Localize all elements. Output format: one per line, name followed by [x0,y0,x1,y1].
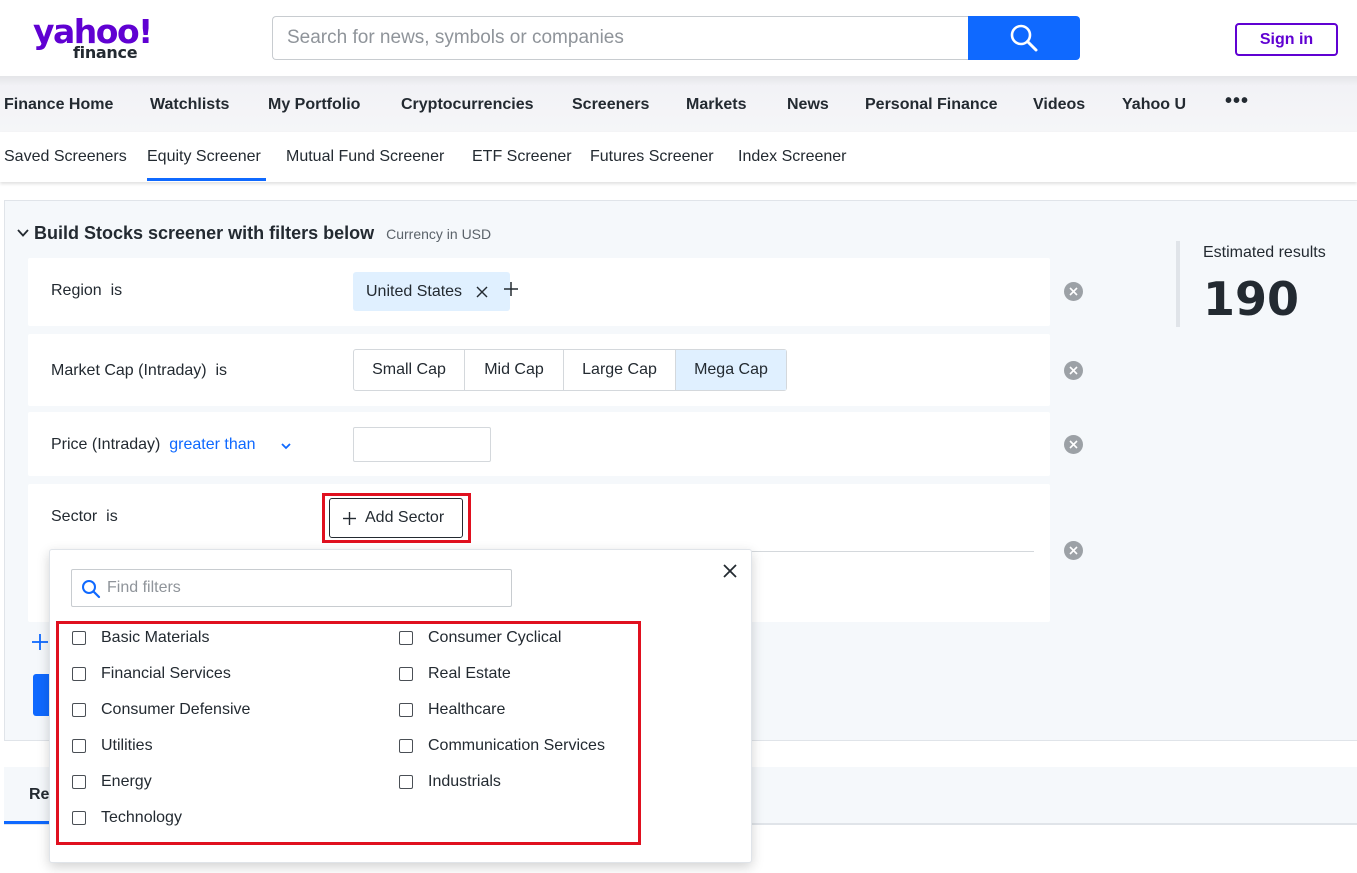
filter-row-price: Price (Intraday) greater than [28,412,1050,476]
yahoo-finance-logo[interactable]: yahoo! finance [33,12,153,64]
subnav-saved-screeners[interactable]: Saved Screeners [4,148,127,166]
filter-row-market-cap: Market Cap (Intraday) is Small Cap Mid C… [28,334,1050,406]
search-field[interactable] [272,16,969,60]
nav-markets[interactable]: Markets [686,96,746,114]
search-button[interactable] [968,16,1080,60]
close-icon[interactable] [721,562,739,580]
checkbox[interactable] [72,739,86,753]
sector-option-technology[interactable]: Technology [72,809,182,827]
market-cap-mega[interactable]: Mega Cap [676,350,786,390]
nav-screeners[interactable]: Screeners [572,96,649,114]
subnav-index-screener[interactable]: Index Screener [738,148,847,166]
logo-finance-text: finance [73,43,138,62]
active-tab-indicator [147,178,266,181]
add-sector-button[interactable]: Add Sector [329,498,463,538]
remove-filter-region-icon[interactable] [1064,282,1083,301]
region-chip-label: United States [366,282,463,300]
header: yahoo! finance Sign in [0,0,1357,76]
nav-yahoo-u[interactable]: Yahoo U [1122,96,1186,114]
checkbox[interactable] [399,631,413,645]
search-icon [82,580,101,599]
checkbox[interactable] [399,703,413,717]
region-chip[interactable]: United States [353,272,510,311]
market-cap-segmented: Small Cap Mid Cap Large Cap Mega Cap [353,349,787,391]
filter-row-region: Region is United States [28,258,1050,326]
panel-title: Build Stocks screener with filters below [34,223,375,243]
sector-option-industrials[interactable]: Industrials [399,773,501,791]
subnav-futures-screener[interactable]: Futures Screener [590,148,714,166]
price-value-input[interactable] [353,427,491,462]
chevron-down-icon[interactable] [16,226,30,240]
remove-filter-price-icon[interactable] [1064,435,1083,454]
sector-option-real-estate[interactable]: Real Estate [399,665,511,683]
remove-filter-sector-icon[interactable] [1064,541,1083,560]
checkbox[interactable] [72,631,86,645]
sign-in-button[interactable]: Sign in [1235,23,1338,56]
checkbox[interactable] [399,667,413,681]
checkbox[interactable] [72,775,86,789]
add-region-icon[interactable] [501,279,521,299]
sector-option-healthcare[interactable]: Healthcare [399,701,505,719]
checkbox[interactable] [72,667,86,681]
panel-header[interactable]: Build Stocks screener with filters below… [16,223,492,244]
chevron-down-icon[interactable] [280,441,292,451]
sector-filter-popup: Basic Materials Financial Services Consu… [49,549,752,863]
search-icon [1010,24,1038,52]
find-filters-input[interactable] [107,570,497,606]
estimated-results-label: Estimated results [1203,244,1326,261]
plus-icon [343,511,356,525]
market-cap-small[interactable]: Small Cap [354,350,465,390]
add-filter-icon[interactable] [32,632,48,652]
nav-finance-home[interactable]: Finance Home [4,96,113,114]
price-operator-dropdown[interactable]: greater than [169,436,255,453]
nav-watchlists[interactable]: Watchlists [150,96,229,114]
more-icon[interactable]: ••• [1225,90,1249,113]
estimated-results-value: 190 [1203,272,1300,326]
nav-cryptocurrencies[interactable]: Cryptocurrencies [401,96,534,114]
sector-option-basic-materials[interactable]: Basic Materials [72,629,209,647]
nav-personal-finance[interactable]: Personal Finance [865,96,998,114]
nav-videos[interactable]: Videos [1033,96,1085,114]
search-input[interactable] [273,17,969,59]
currency-note: Currency in USD [386,226,492,242]
find-filters-field[interactable] [71,569,512,607]
sector-option-consumer-defensive[interactable]: Consumer Defensive [72,701,250,719]
add-sector-label: Add Sector [365,509,445,526]
region-label: Region is [51,282,123,299]
subnav-mutual-fund-screener[interactable]: Mutual Fund Screener [286,148,444,166]
checkbox[interactable] [399,739,413,753]
checkbox[interactable] [72,703,86,717]
subnav-equity-screener[interactable]: Equity Screener [147,148,261,166]
sector-option-energy[interactable]: Energy [72,773,152,791]
remove-filter-market-cap-icon[interactable] [1064,361,1083,380]
nav-news[interactable]: News [787,96,829,114]
divider [750,551,1034,552]
close-icon[interactable] [476,286,488,298]
market-cap-large[interactable]: Large Cap [564,350,676,390]
tab-results[interactable]: Re [29,786,49,804]
price-label: Price (Intraday) greater than [51,436,256,453]
sub-nav: Saved Screeners Equity Screener Mutual F… [0,132,1357,182]
sector-option-consumer-cyclical[interactable]: Consumer Cyclical [399,629,561,647]
sector-option-utilities[interactable]: Utilities [72,737,153,755]
checkbox[interactable] [72,811,86,825]
subnav-etf-screener[interactable]: ETF Screener [472,148,572,166]
nav-my-portfolio[interactable]: My Portfolio [268,96,360,114]
market-cap-mid[interactable]: Mid Cap [465,350,564,390]
sector-option-financial-services[interactable]: Financial Services [72,665,231,683]
estimated-results-bar [1176,241,1180,327]
checkbox[interactable] [399,775,413,789]
sector-option-communication-services[interactable]: Communication Services [399,737,605,755]
market-cap-label: Market Cap (Intraday) is [51,362,228,379]
main-nav: Finance Home Watchlists My Portfolio Cry… [0,76,1357,132]
sector-label: Sector is [51,508,118,525]
